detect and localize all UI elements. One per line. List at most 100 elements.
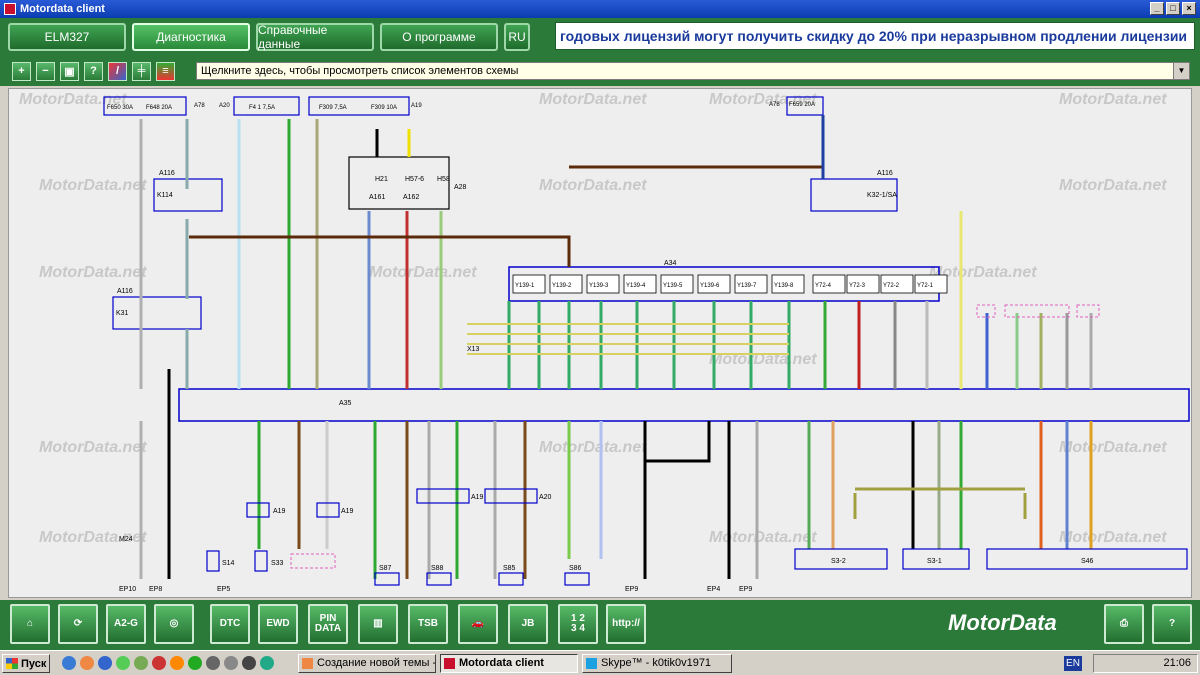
system-tray: 21:06 xyxy=(1093,654,1198,673)
svg-text:X13: X13 xyxy=(467,346,480,353)
quicklaunch-icon[interactable] xyxy=(188,656,202,670)
svg-text:K32-1/SA: K32-1/SA xyxy=(867,192,897,199)
close-button[interactable]: × xyxy=(1182,2,1196,15)
quicklaunch-icon[interactable] xyxy=(80,656,94,670)
solenoid-label: Y72-4 xyxy=(815,283,832,289)
maximize-button[interactable]: □ xyxy=(1166,2,1180,15)
svg-text:S88: S88 xyxy=(431,565,444,572)
wire xyxy=(569,165,825,179)
svg-text:S87: S87 xyxy=(379,565,392,572)
svg-text:A162: A162 xyxy=(403,194,419,201)
help-icon[interactable]: ? xyxy=(84,61,103,81)
start-button[interactable]: Пуск xyxy=(2,654,50,673)
quicklaunch-icon[interactable] xyxy=(242,656,256,670)
help-book-icon[interactable]: ? xyxy=(1152,604,1192,644)
title-bar: Motordata client _ □ × xyxy=(0,0,1200,18)
fit-icon[interactable]: ▣ xyxy=(60,61,79,81)
a28-module xyxy=(348,156,450,210)
numbers-icon[interactable]: 1 23 4 xyxy=(558,604,598,644)
fuse-label: F309 7,5A xyxy=(319,105,347,111)
brand-logo: MotorData xyxy=(948,610,1057,635)
element-list-dropdown[interactable]: Щелкните здесь, чтобы просмотреть список… xyxy=(196,62,1190,80)
quicklaunch-icon[interactable] xyxy=(134,656,148,670)
svg-text:H57-6: H57-6 xyxy=(405,176,424,183)
print-icon[interactable]: ⎙ xyxy=(1104,604,1144,644)
quicklaunch-icon[interactable] xyxy=(206,656,220,670)
quicklaunch-icon[interactable] xyxy=(170,656,184,670)
home-icon[interactable]: ⌂ xyxy=(10,604,50,644)
solenoid-label: Y139-2 xyxy=(552,283,572,289)
svg-text:K31: K31 xyxy=(116,310,129,317)
diag-icon[interactable]: ⟳ xyxy=(58,604,98,644)
diagnostics-button[interactable]: Диагностика xyxy=(132,23,250,51)
windows-icon xyxy=(6,658,18,669)
dtc-icon[interactable]: DTC xyxy=(210,604,250,644)
svg-text:M24: M24 xyxy=(119,536,133,543)
fuse-label: F309 10A xyxy=(371,105,397,111)
solenoid-label: Y72-3 xyxy=(849,283,866,289)
svg-text:H58: H58 xyxy=(437,176,450,183)
clock: 21:06 xyxy=(1163,657,1191,669)
svg-text:A116: A116 xyxy=(877,170,893,177)
promo-ticker: годовых лицензий могут получить скидку д… xyxy=(555,22,1195,50)
reference-data-button[interactable]: Справочные данные xyxy=(256,23,374,51)
diagram-svg: A35 A34 F650 30A F648 20A F4 1 7,5A F309… xyxy=(103,96,1190,593)
a2g-icon[interactable]: A2-G xyxy=(106,604,146,644)
solenoid-label: Y139-6 xyxy=(700,283,720,289)
connector-label: A78 xyxy=(769,102,780,108)
fuse-label: F4 1 7,5A xyxy=(249,105,275,111)
tsb-icon[interactable]: TSB xyxy=(408,604,448,644)
colors-icon[interactable]: / xyxy=(108,61,127,81)
layers-icon[interactable]: ≡ xyxy=(156,61,175,81)
svg-text:A28: A28 xyxy=(454,184,467,191)
solenoid-label: Y139-8 xyxy=(774,283,794,289)
pin-data-icon[interactable]: PIN DATA xyxy=(308,604,348,644)
quicklaunch-icon[interactable] xyxy=(98,656,112,670)
svg-text:A19: A19 xyxy=(273,508,286,515)
http-icon[interactable]: http:// xyxy=(606,604,646,644)
language-indicator[interactable]: EN xyxy=(1064,656,1082,671)
svg-text:EP8: EP8 xyxy=(149,586,162,593)
svg-text:S14: S14 xyxy=(222,560,235,567)
zoom-out-icon[interactable]: − xyxy=(36,61,55,81)
quicklaunch-icon[interactable] xyxy=(152,656,166,670)
wiring-diagram[interactable]: MotorData.net MotorData.net MotorData.ne… xyxy=(8,88,1192,598)
about-button[interactable]: О программе xyxy=(380,23,498,51)
svg-text:A34: A34 xyxy=(664,260,677,267)
solenoid-label: Y139-5 xyxy=(663,283,683,289)
tester-icon[interactable]: ▥ xyxy=(358,604,398,644)
svg-text:EP4: EP4 xyxy=(707,586,720,593)
svg-text:A116: A116 xyxy=(117,288,133,295)
minimize-button[interactable]: _ xyxy=(1150,2,1164,15)
svg-text:S46: S46 xyxy=(1081,558,1094,565)
svg-text:EP10: EP10 xyxy=(119,586,136,593)
solenoid-label: Y139-3 xyxy=(589,283,609,289)
quicklaunch-icon[interactable] xyxy=(224,656,238,670)
zoom-in-icon[interactable]: + xyxy=(12,61,31,81)
task-motordata[interactable]: Motordata client xyxy=(440,654,578,673)
chevron-down-icon[interactable]: ▼ xyxy=(1173,63,1189,79)
svg-text:EP9: EP9 xyxy=(739,586,752,593)
svg-text:A116: A116 xyxy=(159,170,175,177)
grid-icon[interactable]: ╪ xyxy=(132,61,151,81)
jb-icon[interactable]: JB xyxy=(508,604,548,644)
svg-text:EP5: EP5 xyxy=(217,586,230,593)
quicklaunch-icon[interactable] xyxy=(62,656,76,670)
svg-text:A20: A20 xyxy=(539,494,552,501)
quicklaunch-icon[interactable] xyxy=(116,656,130,670)
task-browser[interactable]: Создание новой темы -... xyxy=(298,654,436,673)
svg-text:S33: S33 xyxy=(271,560,284,567)
quicklaunch-icon[interactable] xyxy=(260,656,274,670)
app-icon xyxy=(4,3,16,15)
elm327-button[interactable]: ELM327 xyxy=(8,23,126,51)
language-button[interactable]: RU xyxy=(504,23,530,51)
car-icon[interactable]: 🚗 xyxy=(458,604,498,644)
ewd-icon[interactable]: EWD xyxy=(258,604,298,644)
wire xyxy=(467,323,789,355)
solenoid-label: Y72-1 xyxy=(917,283,934,289)
connector-label: A20 xyxy=(219,103,230,109)
task-skype[interactable]: Skype™ - k0tik0v1971 xyxy=(582,654,732,673)
speedo-icon[interactable]: ◎ xyxy=(154,604,194,644)
start-label: Пуск xyxy=(21,657,47,670)
svg-text:A161: A161 xyxy=(369,194,385,201)
